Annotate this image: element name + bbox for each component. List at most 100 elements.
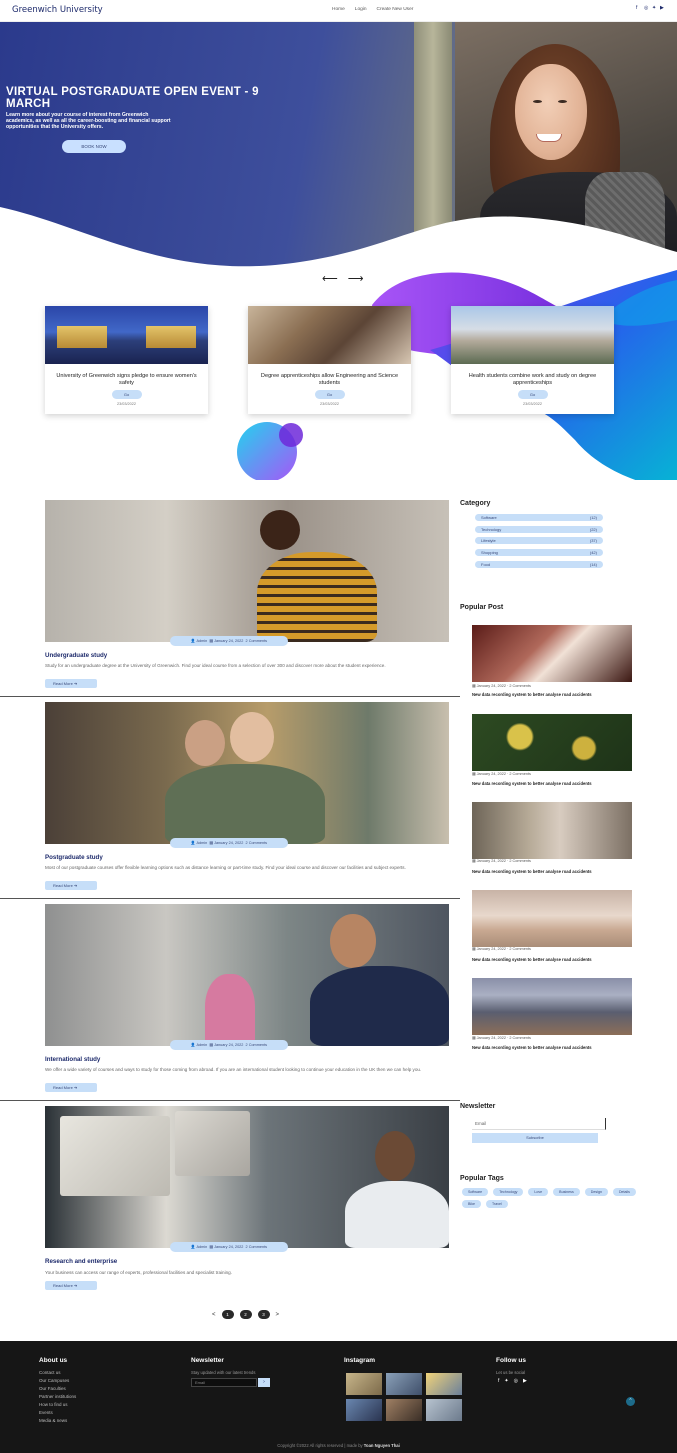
navbar-social: f ◎ ✦ ▶ xyxy=(636,6,665,11)
pagination-page-3[interactable]: 3 xyxy=(257,1310,270,1319)
card-title[interactable]: Health students combine work and study o… xyxy=(451,373,614,387)
news-card: Degree apprenticeships allow Engineering… xyxy=(248,306,411,414)
post-person-head xyxy=(185,720,225,766)
card-go-button[interactable]: Go xyxy=(314,390,345,399)
card-go-button[interactable]: Go xyxy=(517,390,548,399)
footer-link[interactable]: Media & news xyxy=(39,1417,76,1425)
nav-create-user-link[interactable]: Create New User xyxy=(377,7,414,12)
read-more-button[interactable]: Read More ➔ xyxy=(45,881,97,890)
instagram-thumbnail[interactable] xyxy=(426,1373,462,1395)
card-title[interactable]: University of Greenwich signs pledge to … xyxy=(45,373,208,387)
brand-logo[interactable]: Greenwich University xyxy=(12,5,103,15)
footer-link[interactable]: How to find us xyxy=(39,1401,76,1409)
post-image[interactable] xyxy=(45,500,449,642)
instagram-icon[interactable]: ◎ xyxy=(514,1378,518,1384)
footer-link[interactable]: Our Campuses xyxy=(39,1377,76,1385)
card-title[interactable]: Degree apprenticeships allow Engineering… xyxy=(248,373,411,387)
pagination-page-1[interactable]: 1 xyxy=(221,1310,234,1319)
read-more-button[interactable]: Read More ➔ xyxy=(45,1281,97,1290)
category-item[interactable]: Technology (22) xyxy=(475,526,603,533)
instagram-thumbnail[interactable] xyxy=(346,1373,382,1395)
arrow-right-icon: ➔ xyxy=(73,1085,78,1090)
category-item[interactable]: Lifestyle (37) xyxy=(475,537,603,544)
instagram-thumbnail[interactable] xyxy=(386,1373,422,1395)
post-divider xyxy=(0,696,460,697)
post-person-body xyxy=(345,1181,449,1248)
subscribe-button[interactable]: Subscribe xyxy=(472,1133,598,1143)
post-person-body xyxy=(310,966,449,1046)
read-more-button[interactable]: Read More ➔ xyxy=(45,679,97,688)
news-card: University of Greenwich signs pledge to … xyxy=(45,306,208,414)
footer-social: f ✦ ◎ ▶ xyxy=(498,1378,527,1384)
facebook-icon[interactable]: f xyxy=(498,1378,499,1384)
popular-post-title[interactable]: New data recording system to better anal… xyxy=(472,692,592,697)
calendar-icon: ▦ xyxy=(209,1245,213,1249)
tag[interactable]: Details xyxy=(612,1188,636,1196)
slider-next-arrow-icon[interactable]: ⟶ xyxy=(348,272,364,285)
tag[interactable]: Technology xyxy=(493,1188,524,1196)
tag[interactable]: Business xyxy=(553,1188,580,1196)
post-title[interactable]: Undergraduate study xyxy=(45,652,107,659)
copyright-author[interactable]: Toan Nguyen Thai xyxy=(364,1443,400,1448)
popular-post-title[interactable]: New data recording system to better anal… xyxy=(472,957,592,962)
read-more-button[interactable]: Read More ➔ xyxy=(45,1083,97,1092)
popular-post-image[interactable] xyxy=(472,978,632,1035)
hero-eye-left xyxy=(533,100,542,103)
twitter-icon[interactable]: ✦ xyxy=(504,1378,508,1384)
instagram-thumbnail[interactable] xyxy=(426,1399,462,1421)
popular-post-image[interactable] xyxy=(472,714,632,771)
newsletter-email-input[interactable]: Email xyxy=(472,1118,606,1130)
popular-post-title[interactable]: New data recording system to better anal… xyxy=(472,869,592,874)
calendar-icon: ▦ xyxy=(209,639,213,643)
popular-post-title[interactable]: New data recording system to better anal… xyxy=(472,781,592,786)
post-excerpt: Study for an undergraduate degree at the… xyxy=(45,663,386,668)
youtube-icon[interactable]: ▶ xyxy=(660,6,665,11)
category-item[interactable]: Software (12) xyxy=(475,514,603,521)
category-item[interactable]: Food (14) xyxy=(475,561,603,568)
calendar-icon: ▦ xyxy=(472,684,476,688)
tag[interactable]: Design xyxy=(584,1188,608,1196)
scroll-to-top-icon[interactable]: ⌃ xyxy=(626,1397,635,1406)
tag[interactable]: Travel xyxy=(486,1200,508,1208)
footer-link[interactable]: Contact us xyxy=(39,1369,76,1377)
youtube-icon[interactable]: ▶ xyxy=(523,1378,527,1384)
pagination-page-2[interactable]: 2 xyxy=(239,1310,252,1319)
tag[interactable]: Love xyxy=(528,1188,549,1196)
footer-subscribe-button[interactable]: › xyxy=(258,1378,270,1387)
book-now-button[interactable]: BOOK NOW xyxy=(62,140,126,153)
post-image[interactable] xyxy=(45,1106,449,1248)
popular-post-image[interactable] xyxy=(472,625,632,682)
popular-post-image[interactable] xyxy=(472,802,632,859)
popular-post-title[interactable]: New data recording system to better anal… xyxy=(472,1045,592,1050)
footer-link[interactable]: Partner institutions xyxy=(39,1393,76,1401)
card-go-button[interactable]: Go xyxy=(111,390,142,399)
instagram-icon[interactable]: ◎ xyxy=(644,6,649,11)
facebook-icon[interactable]: f xyxy=(636,6,641,11)
post-image[interactable] xyxy=(45,702,449,844)
nav-home-link[interactable]: Home xyxy=(332,7,345,12)
tag-list: Software Technology Love Business Design… xyxy=(462,1188,642,1208)
post-title[interactable]: Research and enterprise xyxy=(45,1258,117,1265)
post-title[interactable]: Postgraduate study xyxy=(45,854,103,861)
instagram-thumbnail[interactable] xyxy=(346,1399,382,1421)
nav-login-link[interactable]: Login xyxy=(355,7,367,12)
popular-post-image[interactable] xyxy=(472,890,632,947)
instagram-thumbnail[interactable] xyxy=(386,1399,422,1421)
pagination-prev-icon[interactable]: < xyxy=(212,1312,216,1318)
post-excerpt: Your business can access our range of ex… xyxy=(45,1270,232,1275)
tag[interactable]: Software xyxy=(462,1188,489,1196)
footer-link[interactable]: Events xyxy=(39,1409,76,1417)
footer-email-input[interactable]: Email xyxy=(191,1378,257,1387)
calendar-icon: ▦ xyxy=(472,947,476,951)
slider-prev-arrow-icon[interactable]: ⟵ xyxy=(322,272,338,285)
tag[interactable]: Bike xyxy=(462,1200,481,1208)
card-image xyxy=(451,306,614,364)
post-image[interactable] xyxy=(45,904,449,1046)
category-item[interactable]: Shopping (42) xyxy=(475,549,603,556)
popular-post-heading: Popular Post xyxy=(460,604,504,611)
post-title[interactable]: International study xyxy=(45,1056,100,1063)
twitter-icon[interactable]: ✦ xyxy=(652,6,657,11)
pagination-next-icon[interactable]: > xyxy=(276,1312,280,1318)
footer-link[interactable]: Our Faculties xyxy=(39,1385,76,1393)
calendar-icon: ▦ xyxy=(472,1036,476,1040)
